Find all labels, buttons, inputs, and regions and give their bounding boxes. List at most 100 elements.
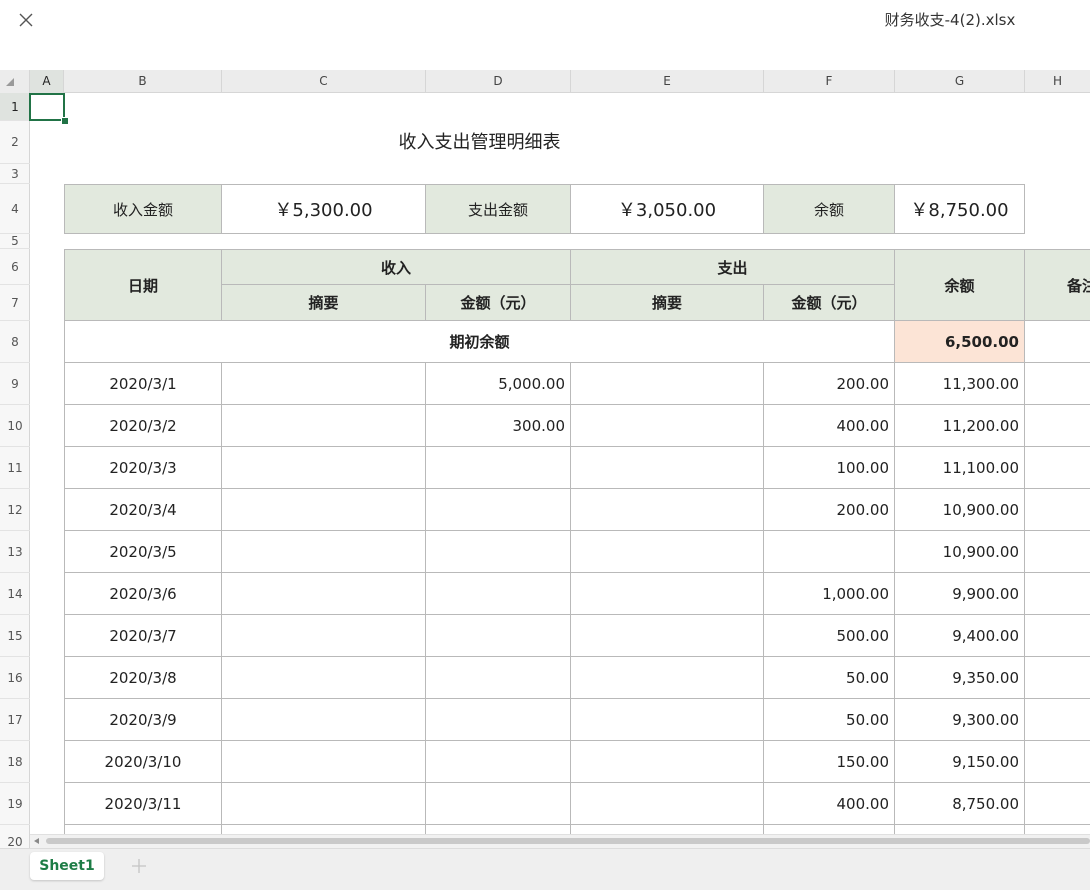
balance-total-value[interactable]: ￥8,750.00 <box>895 184 1025 234</box>
balance-cell[interactable]: 9,150.00 <box>895 741 1025 783</box>
expense-summary-cell[interactable] <box>571 825 764 834</box>
row-header-2[interactable]: 2 <box>0 121 30 164</box>
income-amount-cell[interactable] <box>426 573 571 615</box>
date-cell[interactable]: 2020/3/11 <box>64 783 222 825</box>
date-cell[interactable]: 2020/3/3 <box>64 447 222 489</box>
row-header-16[interactable]: 16 <box>0 657 30 699</box>
expense-amount-cell[interactable]: 50.00 <box>764 699 895 741</box>
balance-cell[interactable]: 9,300.00 <box>895 699 1025 741</box>
header-balance[interactable]: 余额 <box>895 249 1025 321</box>
income-amount-cell[interactable] <box>426 615 571 657</box>
expense-summary-cell[interactable] <box>571 615 764 657</box>
notes-cell[interactable] <box>1025 825 1090 834</box>
column-header-f[interactable]: F <box>764 70 895 93</box>
header-expense-summary[interactable]: 摘要 <box>571 285 764 321</box>
expense-summary-cell[interactable] <box>571 699 764 741</box>
balance-cell[interactable]: 9,900.00 <box>895 573 1025 615</box>
income-summary-cell[interactable] <box>222 489 426 531</box>
expense-summary-cell[interactable] <box>571 405 764 447</box>
row-header-5[interactable]: 5 <box>0 234 30 249</box>
balance-total-label[interactable]: 余额 <box>764 184 895 234</box>
expense-summary-cell[interactable] <box>571 531 764 573</box>
expense-amount-cell[interactable] <box>764 825 895 834</box>
opening-balance-label[interactable]: 期初余额 <box>64 321 895 363</box>
expense-amount-cell[interactable]: 400.00 <box>764 405 895 447</box>
column-header-e[interactable]: E <box>571 70 764 93</box>
row-header-9[interactable]: 9 <box>0 363 30 405</box>
income-amount-cell[interactable] <box>426 657 571 699</box>
income-summary-cell[interactable] <box>222 573 426 615</box>
balance-cell[interactable]: 8,750.00 <box>895 783 1025 825</box>
income-amount-cell[interactable] <box>426 783 571 825</box>
date-cell[interactable] <box>64 825 222 834</box>
income-amount-cell[interactable] <box>426 699 571 741</box>
income-summary-cell[interactable] <box>222 447 426 489</box>
expense-amount-cell[interactable]: 50.00 <box>764 657 895 699</box>
scrollbar-thumb[interactable] <box>46 838 1090 844</box>
header-expense[interactable]: 支出 <box>571 249 895 285</box>
row-header-4[interactable]: 4 <box>0 184 30 234</box>
income-summary-cell[interactable] <box>222 615 426 657</box>
row-header-14[interactable]: 14 <box>0 573 30 615</box>
header-income-summary[interactable]: 摘要 <box>222 285 426 321</box>
scroll-left-icon[interactable] <box>34 838 39 844</box>
date-cell[interactable]: 2020/3/10 <box>64 741 222 783</box>
income-summary-cell[interactable] <box>222 405 426 447</box>
header-date[interactable]: 日期 <box>64 249 222 321</box>
balance-cell[interactable] <box>895 825 1025 834</box>
balance-cell[interactable]: 11,100.00 <box>895 447 1025 489</box>
row-header-3[interactable]: 3 <box>0 164 30 184</box>
opening-balance-notes[interactable] <box>1025 321 1090 363</box>
income-summary-cell[interactable] <box>222 657 426 699</box>
expense-amount-cell[interactable]: 1,000.00 <box>764 573 895 615</box>
row-header-1[interactable]: 1 <box>0 93 30 121</box>
header-notes[interactable]: 备注 <box>1025 249 1090 321</box>
expense-amount-cell[interactable]: 100.00 <box>764 447 895 489</box>
row-header-20[interactable]: 20 <box>0 825 30 850</box>
row-header-17[interactable]: 17 <box>0 699 30 741</box>
row-header-12[interactable]: 12 <box>0 489 30 531</box>
income-total-label[interactable]: 收入金额 <box>64 184 222 234</box>
income-summary-cell[interactable] <box>222 741 426 783</box>
income-amount-cell[interactable] <box>426 825 571 834</box>
expense-total-value[interactable]: ￥3,050.00 <box>571 184 764 234</box>
date-cell[interactable]: 2020/3/7 <box>64 615 222 657</box>
expense-summary-cell[interactable] <box>571 657 764 699</box>
expense-summary-cell[interactable] <box>571 489 764 531</box>
income-summary-cell[interactable] <box>222 363 426 405</box>
column-header-c[interactable]: C <box>222 70 426 93</box>
row-header-8[interactable]: 8 <box>0 321 30 363</box>
income-amount-cell[interactable] <box>426 489 571 531</box>
balance-cell[interactable]: 11,300.00 <box>895 363 1025 405</box>
expense-summary-cell[interactable] <box>571 573 764 615</box>
income-summary-cell[interactable] <box>222 825 426 834</box>
date-cell[interactable]: 2020/3/9 <box>64 699 222 741</box>
expense-amount-cell[interactable]: 500.00 <box>764 615 895 657</box>
header-expense-amount[interactable]: 金额（元） <box>764 285 895 321</box>
income-amount-cell[interactable] <box>426 447 571 489</box>
active-cell-selection[interactable] <box>29 93 65 121</box>
balance-cell[interactable]: 11,200.00 <box>895 405 1025 447</box>
income-amount-cell[interactable] <box>426 531 571 573</box>
income-total-value[interactable]: ￥5,300.00 <box>222 184 426 234</box>
notes-cell[interactable] <box>1025 615 1090 657</box>
date-cell[interactable]: 2020/3/5 <box>64 531 222 573</box>
notes-cell[interactable] <box>1025 699 1090 741</box>
expense-summary-cell[interactable] <box>571 783 764 825</box>
date-cell[interactable]: 2020/3/2 <box>64 405 222 447</box>
notes-cell[interactable] <box>1025 657 1090 699</box>
plus-icon[interactable] <box>128 855 150 877</box>
income-summary-cell[interactable] <box>222 783 426 825</box>
column-header-h[interactable]: H <box>1025 70 1090 93</box>
income-amount-cell[interactable] <box>426 741 571 783</box>
expense-summary-cell[interactable] <box>571 363 764 405</box>
income-summary-cell[interactable] <box>222 699 426 741</box>
notes-cell[interactable] <box>1025 405 1090 447</box>
balance-cell[interactable]: 9,400.00 <box>895 615 1025 657</box>
select-all-corner[interactable] <box>0 70 30 93</box>
column-header-d[interactable]: D <box>426 70 571 93</box>
opening-balance-value[interactable]: 6,500.00 <box>895 321 1025 363</box>
row-header-15[interactable]: 15 <box>0 615 30 657</box>
row-header-7[interactable]: 7 <box>0 285 30 321</box>
notes-cell[interactable] <box>1025 573 1090 615</box>
